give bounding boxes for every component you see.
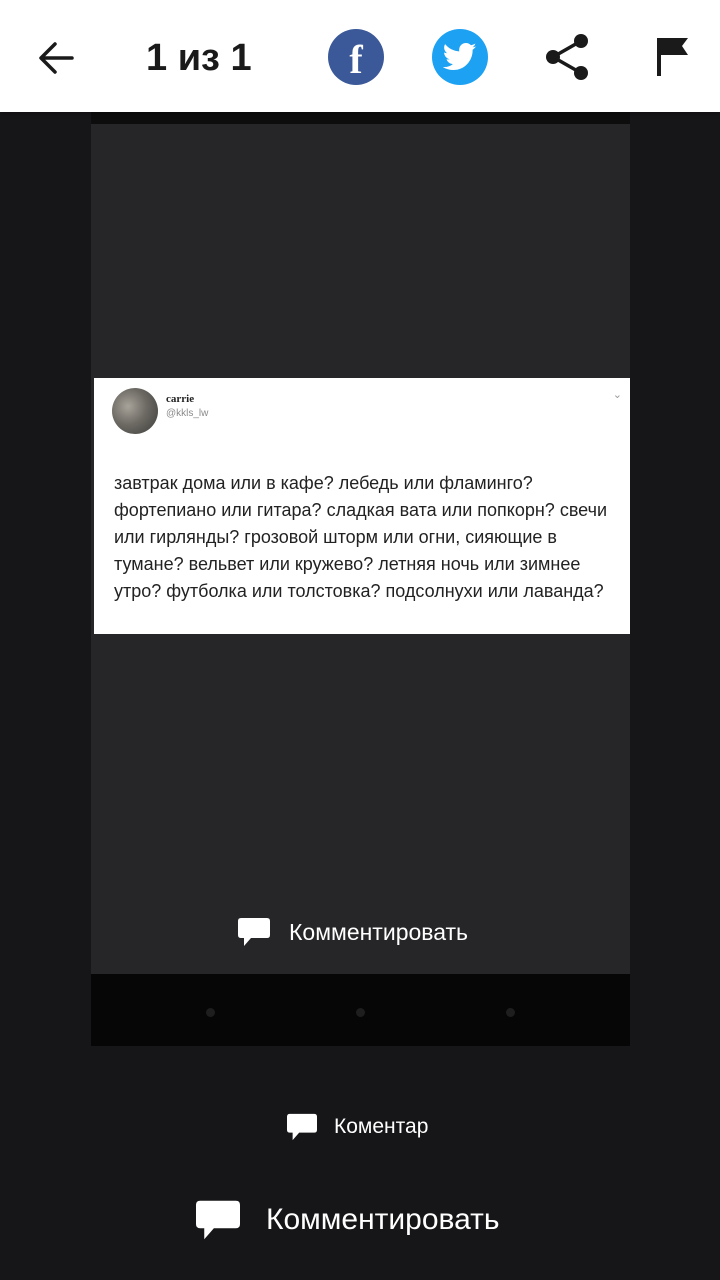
share-icon (546, 34, 588, 80)
image-counter: 1 из 1 (146, 37, 252, 79)
facebook-share-button[interactable]: f (328, 29, 384, 85)
report-button[interactable] (650, 30, 694, 86)
screenshot-comment-row: Комментировать (237, 912, 468, 952)
speech-bubble-icon (196, 1200, 240, 1240)
nav-dot (206, 1008, 215, 1017)
screenshot-image: carrie @kkls_lw ⌄ завтрак дома или в каф… (91, 112, 630, 1046)
tweet-author-handle: @kkls_lw (166, 408, 209, 419)
comment-button[interactable]: Комментировать (194, 1198, 500, 1242)
top-toolbar: 1 из 1 f (0, 0, 720, 112)
flag-icon (657, 38, 688, 76)
tweet-avatar (112, 388, 158, 434)
speech-bubble-icon (238, 918, 270, 946)
screenshot-status-bar (91, 112, 630, 124)
twitter-icon (443, 42, 477, 71)
nav-dot (506, 1008, 515, 1017)
tweet-text: завтрак дома или в кафе? лебедь или флам… (114, 473, 608, 601)
tweet-author-name: carrie (166, 393, 195, 405)
screenshot-nav-bar (91, 974, 630, 1046)
back-arrow-icon (39, 42, 74, 74)
screenshot-comment-label: Комментировать (289, 918, 469, 945)
facebook-icon: f (349, 37, 363, 82)
nav-dot (356, 1008, 365, 1017)
tweet-card: carrie @kkls_lw ⌄ завтрак дома или в каф… (94, 378, 630, 634)
comment-button-label: Комментировать (266, 1203, 500, 1236)
comment-link-small-label: Коментар (334, 1115, 429, 1138)
back-button[interactable] (28, 30, 84, 86)
comment-link-small[interactable]: Коментар (286, 1112, 428, 1142)
twitter-share-button[interactable] (432, 29, 488, 85)
share-button[interactable] (540, 30, 596, 86)
speech-bubble-icon (287, 1113, 317, 1141)
chevron-down-icon: ⌄ (612, 389, 622, 401)
